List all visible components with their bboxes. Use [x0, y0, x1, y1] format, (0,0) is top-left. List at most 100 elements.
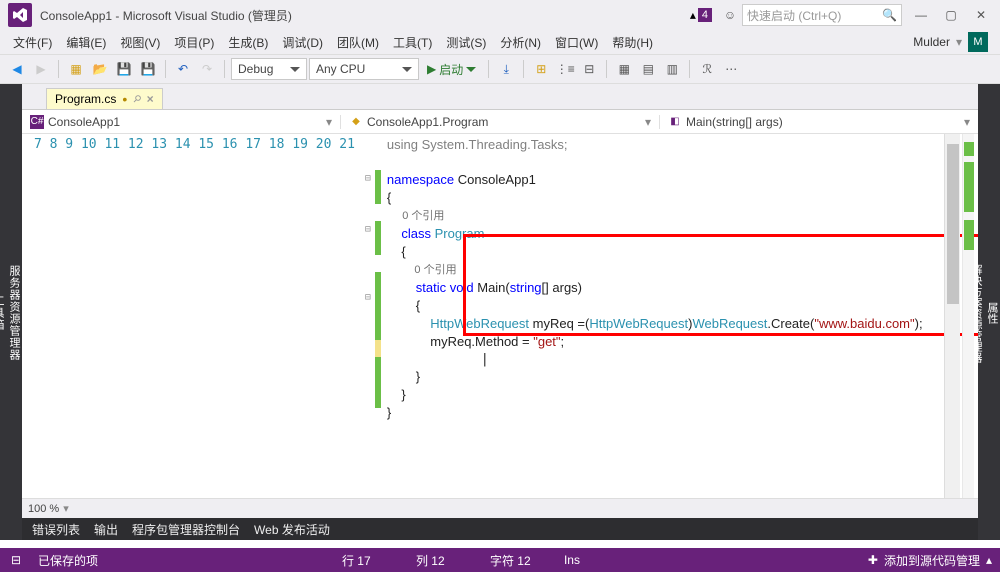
tool-button-4[interactable]: ▦	[613, 58, 635, 80]
editor-area: Program.cs • ⚲ × C# ConsoleApp1 ▾ ◆ Cons…	[22, 84, 978, 540]
tool-button-5[interactable]: ▤	[637, 58, 659, 80]
code-nav-bar: C# ConsoleApp1 ▾ ◆ ConsoleApp1.Program ▾…	[22, 110, 978, 134]
csharp-icon: C#	[30, 115, 44, 129]
zoom-combo[interactable]: 100 %	[28, 503, 59, 515]
chevron-down-icon: ▾	[645, 115, 651, 129]
line-numbers: 7 8 9 10 11 12 13 14 15 16 17 18 19 20 2…	[22, 134, 361, 498]
left-tool-rail: 服务器资源管理器 工具箱	[0, 84, 22, 540]
chevron-down-icon[interactable]: ▾	[956, 35, 962, 49]
tool-button-3[interactable]: ⊟	[578, 58, 600, 80]
status-icon: ⊟	[8, 553, 24, 567]
nav-class: ConsoleApp1.Program	[367, 115, 488, 129]
minimize-button[interactable]: —	[906, 3, 936, 27]
maximize-button[interactable]: ▢	[936, 3, 966, 27]
title-bar: ConsoleApp1 - Microsoft Visual Studio (管…	[0, 0, 1000, 30]
nav-back-button[interactable]: ◀	[6, 58, 28, 80]
plus-icon[interactable]: ✚	[868, 553, 878, 567]
editor-footer: 100 % ▾	[22, 498, 978, 518]
save-button[interactable]: 💾	[113, 58, 135, 80]
close-button[interactable]: ✕	[966, 3, 996, 27]
close-tab-icon[interactable]: ×	[147, 92, 154, 106]
status-saved: 已保存的项	[38, 552, 98, 569]
platform-combo[interactable]: Any CPU	[309, 58, 419, 80]
tool-button-2[interactable]: ⋮≡	[554, 58, 576, 80]
tool-button-6[interactable]: ▥	[661, 58, 683, 80]
save-all-button[interactable]: 💾	[137, 58, 159, 80]
bottom-panel-tabs: 错误列表 输出 程序包管理器控制台 Web 发布活动	[22, 518, 978, 540]
file-tab-name: Program.cs	[55, 92, 116, 106]
notification-flag[interactable]: ▴ 4	[690, 8, 712, 22]
right-tool-rail: 属性 解决方案资源管理器 团队资源管理器	[978, 84, 1000, 540]
menu-test[interactable]: 测试(S)	[439, 34, 493, 51]
open-button[interactable]: 📂	[89, 58, 111, 80]
menu-edit[interactable]: 编辑(E)	[59, 34, 113, 51]
status-line: 行 17	[342, 552, 402, 569]
dirty-indicator-icon: •	[122, 94, 127, 104]
chevron-down-icon: ▾	[326, 115, 332, 129]
window-title: ConsoleApp1 - Microsoft Visual Studio (管…	[40, 7, 292, 24]
chevron-down-icon	[466, 67, 476, 72]
main-toolbar: ◀ ▶ ▦ 📂 💾 💾 ↶ ↷ Debug Any CPU ▶ 启动 ⤓ ⊞ ⋮…	[0, 54, 1000, 84]
toolbox-tab[interactable]: 工具箱	[0, 291, 6, 335]
fold-gutter[interactable]: ⊟⊟⊟	[361, 134, 375, 498]
quick-launch-input[interactable]: 快速启动 (Ctrl+Q) 🔍	[742, 4, 902, 26]
tool-button-7[interactable]: ℛ	[696, 58, 718, 80]
tab-package-console[interactable]: 程序包管理器控制台	[132, 521, 240, 538]
status-scm[interactable]: 添加到源代码管理	[884, 552, 980, 569]
feedback-icon[interactable]: ☺	[718, 3, 742, 27]
nav-project: ConsoleApp1	[48, 115, 120, 129]
nav-method: Main(string[] args)	[686, 115, 783, 129]
start-debug-button[interactable]: ▶ 启动	[421, 61, 482, 78]
notification-count: 4	[698, 8, 712, 22]
editor-tabs: Program.cs • ⚲ ×	[22, 84, 978, 110]
tool-button-8[interactable]: ⋯	[720, 58, 742, 80]
overview-ruler[interactable]	[962, 134, 974, 498]
menu-build[interactable]: 生成(B)	[221, 34, 275, 51]
menu-analyze[interactable]: 分析(N)	[493, 34, 548, 51]
search-icon: 🔍	[882, 8, 897, 22]
menu-help[interactable]: 帮助(H)	[605, 34, 660, 51]
menu-tools[interactable]: 工具(T)	[386, 34, 439, 51]
quick-launch-placeholder: 快速启动 (Ctrl+Q)	[747, 7, 841, 24]
nav-fwd-button[interactable]: ▶	[30, 58, 52, 80]
properties-tab[interactable]: 属性	[984, 298, 1000, 328]
method-icon: ◧	[668, 115, 682, 129]
menu-window[interactable]: 窗口(W)	[548, 34, 605, 51]
undo-button[interactable]: ↶	[172, 58, 194, 80]
nav-method-combo[interactable]: ◧ Main(string[] args) ▾	[660, 115, 978, 129]
status-ins: Ins	[564, 553, 624, 567]
menu-bar: 文件(F) 编辑(E) 视图(V) 项目(P) 生成(B) 调试(D) 团队(M…	[0, 30, 1000, 54]
menu-team[interactable]: 团队(M)	[330, 34, 386, 51]
vertical-scrollbar[interactable]	[944, 134, 960, 498]
vs-logo	[8, 3, 32, 27]
chevron-down-icon: ▾	[964, 115, 970, 129]
menu-file[interactable]: 文件(F)	[6, 34, 59, 51]
flag-icon: ▴	[690, 8, 696, 22]
redo-button[interactable]: ↷	[196, 58, 218, 80]
step-button[interactable]: ⤓	[495, 58, 517, 80]
server-explorer-tab[interactable]: 服务器资源管理器	[6, 261, 22, 365]
status-char: 字符 12	[490, 552, 550, 569]
tab-output[interactable]: 输出	[94, 521, 118, 538]
config-combo[interactable]: Debug	[231, 58, 307, 80]
nav-class-combo[interactable]: ◆ ConsoleApp1.Program ▾	[341, 115, 660, 129]
user-name[interactable]: Mulder	[913, 35, 950, 49]
tab-error-list[interactable]: 错误列表	[32, 521, 80, 538]
menu-debug[interactable]: 调试(D)	[275, 34, 330, 51]
file-tab-program[interactable]: Program.cs • ⚲ ×	[46, 88, 163, 109]
chevron-down-icon[interactable]: ▾	[63, 502, 69, 515]
status-col: 列 12	[416, 552, 476, 569]
pin-icon[interactable]: ⚲	[130, 93, 143, 106]
tool-button-1[interactable]: ⊞	[530, 58, 552, 80]
chevron-up-icon[interactable]: ▴	[986, 553, 992, 567]
status-bar: ⊟ 已保存的项 行 17 列 12 字符 12 Ins ✚ 添加到源代码管理 ▴	[0, 548, 1000, 572]
new-project-button[interactable]: ▦	[65, 58, 87, 80]
code-editor[interactable]: 7 8 9 10 11 12 13 14 15 16 17 18 19 20 2…	[22, 134, 978, 498]
class-icon: ◆	[349, 115, 363, 129]
menu-view[interactable]: 视图(V)	[113, 34, 167, 51]
menu-project[interactable]: 项目(P)	[167, 34, 221, 51]
user-avatar[interactable]: M	[968, 32, 988, 52]
source-text[interactable]: using System.Threading.Tasks; namespace …	[381, 134, 978, 498]
nav-project-combo[interactable]: C# ConsoleApp1 ▾	[22, 115, 341, 129]
tab-web-publish[interactable]: Web 发布活动	[254, 521, 330, 538]
